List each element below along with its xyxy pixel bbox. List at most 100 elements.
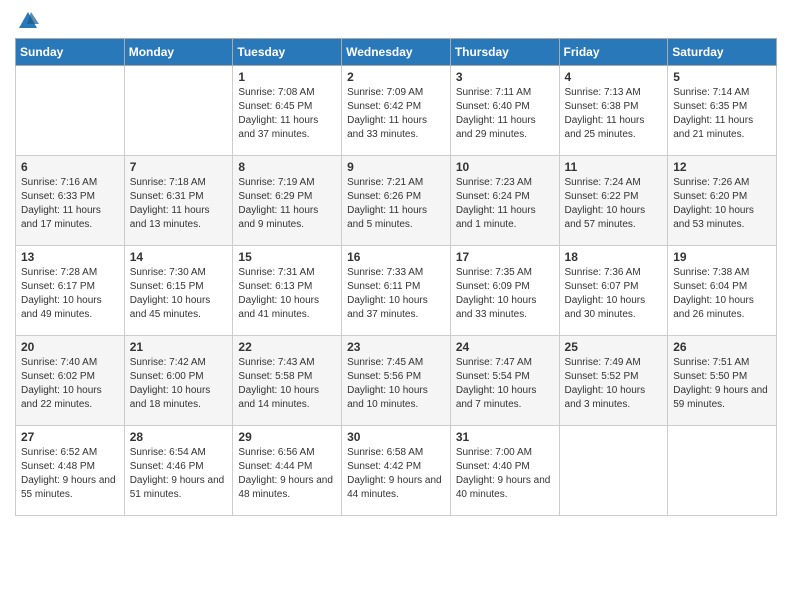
day-info: Sunrise: 7:23 AM Sunset: 6:24 PM Dayligh… — [456, 176, 554, 232]
calendar-cell: 5 Sunrise: 7:14 AM Sunset: 6:35 PM Daylig… — [668, 66, 777, 156]
calendar-cell: 22 Sunrise: 7:43 AM Sunset: 5:58 PM Dayli… — [233, 336, 342, 426]
logo — [15, 10, 39, 32]
calendar-cell: 28Sunrise: 6:54 AM Sunset: 4:46 PM Dayli… — [124, 426, 233, 516]
calendar-cell: 1 Sunrise: 7:08 AM Sunset: 6:45 PM Daylig… — [233, 66, 342, 156]
weekday-header-row: SundayMondayTuesdayWednesdayThursdayFrid… — [16, 39, 777, 66]
day-number: 15 — [238, 250, 336, 264]
day-number: 1 — [238, 70, 336, 84]
calendar-cell: 20 Sunrise: 7:40 AM Sunset: 6:02 PM Dayli… — [16, 336, 125, 426]
calendar-cell: 14 Sunrise: 7:30 AM Sunset: 6:15 PM Dayli… — [124, 246, 233, 336]
day-number: 31 — [456, 430, 554, 444]
calendar-cell: 17 Sunrise: 7:35 AM Sunset: 6:09 PM Dayli… — [450, 246, 559, 336]
day-info: Sunrise: 7:42 AM Sunset: 6:00 PM Dayligh… — [130, 356, 228, 412]
day-info: Sunrise: 7:40 AM Sunset: 6:02 PM Dayligh… — [21, 356, 119, 412]
calendar-week-2: 6 Sunrise: 7:16 AM Sunset: 6:33 PM Daylig… — [16, 156, 777, 246]
day-number: 24 — [456, 340, 554, 354]
weekday-header-monday: Monday — [124, 39, 233, 66]
day-info: Sunrise: 7:09 AM Sunset: 6:42 PM Dayligh… — [347, 86, 445, 142]
calendar-cell: 16 Sunrise: 7:33 AM Sunset: 6:11 PM Dayli… — [342, 246, 451, 336]
day-number: 9 — [347, 160, 445, 174]
day-info: Sunrise: 7:43 AM Sunset: 5:58 PM Dayligh… — [238, 356, 336, 412]
day-info: Sunrise: 7:26 AM Sunset: 6:20 PM Dayligh… — [673, 176, 771, 232]
day-number: 7 — [130, 160, 228, 174]
day-info: Sunrise: 7:11 AM Sunset: 6:40 PM Dayligh… — [456, 86, 554, 142]
weekday-header-wednesday: Wednesday — [342, 39, 451, 66]
day-number: 5 — [673, 70, 771, 84]
calendar-week-5: 27 Sunrise: 6:52 AM Sunset: 4:48 PM Dayli… — [16, 426, 777, 516]
calendar-cell: 27 Sunrise: 6:52 AM Sunset: 4:48 PM Dayli… — [16, 426, 125, 516]
day-number: 11 — [565, 160, 663, 174]
calendar-cell: 3 Sunrise: 7:11 AM Sunset: 6:40 PM Daylig… — [450, 66, 559, 156]
day-info: Sunrise: 7:31 AM Sunset: 6:13 PM Dayligh… — [238, 266, 336, 322]
day-info: Sunrise: 7:38 AM Sunset: 6:04 PM Dayligh… — [673, 266, 771, 322]
calendar-cell: 12 Sunrise: 7:26 AM Sunset: 6:20 PM Dayli… — [668, 156, 777, 246]
day-number: 20 — [21, 340, 119, 354]
day-number: 14 — [130, 250, 228, 264]
calendar-cell: 25 Sunrise: 7:49 AM Sunset: 5:52 PM Dayli… — [559, 336, 668, 426]
day-number: 13 — [21, 250, 119, 264]
calendar-cell: 30 Sunrise: 6:58 AM Sunset: 4:42 PM Dayli… — [342, 426, 451, 516]
calendar-cell: 8Sunrise: 7:19 AM Sunset: 6:29 PM Daylig… — [233, 156, 342, 246]
calendar-cell: 19 Sunrise: 7:38 AM Sunset: 6:04 PM Dayli… — [668, 246, 777, 336]
calendar-week-3: 13 Sunrise: 7:28 AM Sunset: 6:17 PM Dayli… — [16, 246, 777, 336]
calendar-cell: 4 Sunrise: 7:13 AM Sunset: 6:38 PM Daylig… — [559, 66, 668, 156]
day-number: 10 — [456, 160, 554, 174]
day-number: 29 — [238, 430, 336, 444]
calendar-week-1: 1 Sunrise: 7:08 AM Sunset: 6:45 PM Daylig… — [16, 66, 777, 156]
day-number: 27 — [21, 430, 119, 444]
day-info: Sunrise: 6:58 AM Sunset: 4:42 PM Dayligh… — [347, 446, 445, 502]
day-info: Sunrise: 7:24 AM Sunset: 6:22 PM Dayligh… — [565, 176, 663, 232]
day-number: 23 — [347, 340, 445, 354]
day-number: 6 — [21, 160, 119, 174]
day-info: Sunrise: 7:14 AM Sunset: 6:35 PM Dayligh… — [673, 86, 771, 142]
calendar-cell: 7 Sunrise: 7:18 AM Sunset: 6:31 PM Daylig… — [124, 156, 233, 246]
calendar-cell: 2Sunrise: 7:09 AM Sunset: 6:42 PM Daylig… — [342, 66, 451, 156]
calendar-cell: 31Sunrise: 7:00 AM Sunset: 4:40 PM Dayli… — [450, 426, 559, 516]
calendar-cell: 23 Sunrise: 7:45 AM Sunset: 5:56 PM Dayli… — [342, 336, 451, 426]
calendar-cell — [559, 426, 668, 516]
day-info: Sunrise: 7:18 AM Sunset: 6:31 PM Dayligh… — [130, 176, 228, 232]
day-info: Sunrise: 7:45 AM Sunset: 5:56 PM Dayligh… — [347, 356, 445, 412]
day-info: Sunrise: 7:08 AM Sunset: 6:45 PM Dayligh… — [238, 86, 336, 142]
calendar-cell: 13 Sunrise: 7:28 AM Sunset: 6:17 PM Dayli… — [16, 246, 125, 336]
calendar-cell: 21 Sunrise: 7:42 AM Sunset: 6:00 PM Dayli… — [124, 336, 233, 426]
day-info: Sunrise: 7:30 AM Sunset: 6:15 PM Dayligh… — [130, 266, 228, 322]
weekday-header-sunday: Sunday — [16, 39, 125, 66]
calendar-cell: 26Sunrise: 7:51 AM Sunset: 5:50 PM Dayli… — [668, 336, 777, 426]
day-number: 17 — [456, 250, 554, 264]
day-number: 3 — [456, 70, 554, 84]
day-info: Sunrise: 7:33 AM Sunset: 6:11 PM Dayligh… — [347, 266, 445, 322]
day-info: Sunrise: 7:21 AM Sunset: 6:26 PM Dayligh… — [347, 176, 445, 232]
day-number: 18 — [565, 250, 663, 264]
weekday-header-thursday: Thursday — [450, 39, 559, 66]
day-info: Sunrise: 7:35 AM Sunset: 6:09 PM Dayligh… — [456, 266, 554, 322]
calendar-table: SundayMondayTuesdayWednesdayThursdayFrid… — [15, 38, 777, 516]
day-number: 16 — [347, 250, 445, 264]
day-info: Sunrise: 7:13 AM Sunset: 6:38 PM Dayligh… — [565, 86, 663, 142]
calendar-cell — [124, 66, 233, 156]
calendar-cell: 18Sunrise: 7:36 AM Sunset: 6:07 PM Dayli… — [559, 246, 668, 336]
header — [15, 10, 777, 32]
calendar-cell — [16, 66, 125, 156]
day-number: 19 — [673, 250, 771, 264]
calendar-cell: 24Sunrise: 7:47 AM Sunset: 5:54 PM Dayli… — [450, 336, 559, 426]
calendar-cell: 11 Sunrise: 7:24 AM Sunset: 6:22 PM Dayli… — [559, 156, 668, 246]
day-info: Sunrise: 7:16 AM Sunset: 6:33 PM Dayligh… — [21, 176, 119, 232]
calendar-cell: 10 Sunrise: 7:23 AM Sunset: 6:24 PM Dayli… — [450, 156, 559, 246]
calendar-cell: 6 Sunrise: 7:16 AM Sunset: 6:33 PM Daylig… — [16, 156, 125, 246]
day-info: Sunrise: 7:49 AM Sunset: 5:52 PM Dayligh… — [565, 356, 663, 412]
day-info: Sunrise: 6:52 AM Sunset: 4:48 PM Dayligh… — [21, 446, 119, 502]
day-info: Sunrise: 6:56 AM Sunset: 4:44 PM Dayligh… — [238, 446, 336, 502]
calendar-cell: 29 Sunrise: 6:56 AM Sunset: 4:44 PM Dayli… — [233, 426, 342, 516]
day-number: 8 — [238, 160, 336, 174]
calendar-cell: 15 Sunrise: 7:31 AM Sunset: 6:13 PM Dayli… — [233, 246, 342, 336]
calendar-cell — [668, 426, 777, 516]
day-number: 21 — [130, 340, 228, 354]
day-number: 12 — [673, 160, 771, 174]
day-info: Sunrise: 7:28 AM Sunset: 6:17 PM Dayligh… — [21, 266, 119, 322]
day-number: 4 — [565, 70, 663, 84]
day-number: 22 — [238, 340, 336, 354]
day-number: 30 — [347, 430, 445, 444]
weekday-header-tuesday: Tuesday — [233, 39, 342, 66]
day-number: 25 — [565, 340, 663, 354]
